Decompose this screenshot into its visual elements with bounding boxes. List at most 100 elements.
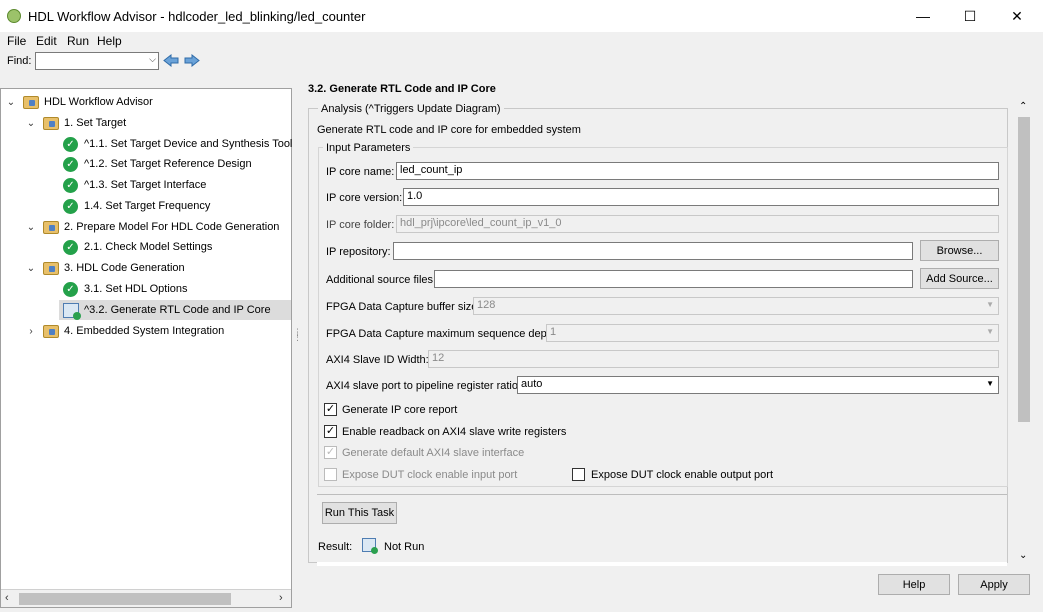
chevron-down-icon[interactable]: ⌄ [25, 222, 37, 233]
tree-item-prepare-model[interactable]: ⌄ 2. Prepare Model For HDL Code Generati… [25, 217, 279, 237]
folder-icon [23, 95, 39, 109]
title-bar: HDL Workflow Advisor - hdlcoder_led_blin… [0, 0, 1043, 32]
fpga-buffer-size-select: 128 ▼ [473, 297, 999, 315]
task-title: 3.2. Generate RTL Code and IP Core [308, 83, 496, 95]
folder-icon [43, 220, 59, 234]
menu-bar: File Edit Run Help [0, 32, 1043, 50]
scroll-up-icon[interactable]: ⌃ [1019, 101, 1027, 112]
scrollbar-thumb[interactable] [1018, 117, 1030, 422]
tree-item-1-1[interactable]: ✓ ^1.1. Set Target Device and Synthesis … [63, 134, 292, 154]
expose-dut-input-label: Expose DUT clock enable input port [342, 469, 518, 481]
not-run-icon [362, 538, 378, 554]
additional-source-files-label: Additional source files: [326, 274, 437, 286]
additional-source-files-input[interactable] [434, 270, 913, 288]
chevron-down-icon[interactable]: ⌄ [25, 263, 37, 274]
menu-run[interactable]: Run [67, 34, 89, 48]
chevron-down-icon[interactable]: ▼ [986, 379, 994, 388]
content-bottom-edge [317, 562, 1007, 566]
tree-item-3-1[interactable]: ✓ 3.1. Set HDL Options [63, 279, 188, 299]
tree-item-3-2[interactable]: ^3.2. Generate RTL Code and IP Core [59, 300, 291, 320]
folder-icon [43, 261, 59, 275]
check-icon: ✓ [63, 156, 78, 172]
task-icon [63, 302, 81, 320]
task-tree: ⌄ HDL Workflow Advisor ⌄ 1. Set Target ✓… [0, 88, 292, 608]
expose-dut-output-label: Expose DUT clock enable output port [591, 469, 774, 481]
ip-core-folder-input: hdl_prj\ipcore\led_count_ip_v1_0 [396, 215, 999, 233]
chevron-down-icon: ▼ [986, 327, 994, 336]
result-value: Not Run [384, 541, 425, 553]
find-input[interactable]: ⌵ [35, 52, 159, 70]
find-label: Find: [7, 55, 32, 67]
expose-dut-output-checkbox[interactable] [572, 468, 585, 481]
tree-item-set-target[interactable]: ⌄ 1. Set Target [25, 113, 126, 133]
input-parameters-label: Input Parameters [323, 142, 414, 154]
axi4-slave-id-width-label: AXI4 Slave ID Width: [326, 354, 429, 366]
ip-core-name-input[interactable]: led_count_ip [396, 162, 999, 180]
scrollbar-thumb[interactable] [19, 593, 231, 605]
check-icon: ✓ [63, 177, 78, 193]
check-icon: ✓ [63, 281, 78, 297]
enable-readback-label: Enable readback on AXI4 slave write regi… [342, 426, 567, 438]
fpga-buffer-size-label: FPGA Data Capture buffer size: [326, 301, 481, 313]
menu-file[interactable]: File [7, 34, 26, 48]
ip-repository-input[interactable] [393, 242, 913, 260]
analysis-label: Analysis (^Triggers Update Diagram) [318, 103, 504, 115]
back-arrow-icon[interactable] [163, 54, 179, 67]
fpga-max-seq-depth-select: 1 ▼ [546, 324, 999, 342]
run-this-task-button[interactable]: Run This Task [322, 502, 397, 524]
result-label: Result: [318, 541, 353, 553]
enable-readback-checkbox[interactable]: ✓ [324, 425, 337, 438]
help-button[interactable]: Help [878, 574, 950, 595]
forward-arrow-icon[interactable] [184, 54, 200, 67]
check-icon: ✓ [63, 136, 78, 152]
maximize-button[interactable]: ☐ [947, 0, 993, 32]
chevron-down-icon[interactable]: ⌄ [25, 118, 37, 129]
ip-repository-label: IP repository: [326, 246, 391, 258]
scroll-right-icon[interactable]: › [279, 592, 283, 604]
tree-item-2-1[interactable]: ✓ 2.1. Check Model Settings [63, 237, 212, 257]
ip-core-version-input[interactable]: 1.0 [403, 188, 999, 206]
analysis-description: Generate RTL code and IP core for embedd… [317, 124, 581, 136]
menu-edit[interactable]: Edit [36, 34, 57, 48]
tree-item-1-2[interactable]: ✓ ^1.2. Set Target Reference Design [63, 154, 252, 174]
chevron-down-icon[interactable]: ⌵ [149, 54, 156, 65]
window-title: HDL Workflow Advisor - hdlcoder_led_blin… [28, 9, 366, 24]
menu-help[interactable]: Help [97, 34, 122, 48]
scroll-left-icon[interactable]: ‹ [5, 592, 9, 604]
tree-item-hdl-code-gen[interactable]: ⌄ 3. HDL Code Generation [25, 258, 185, 278]
vertical-scrollbar[interactable]: ⌃ ⌄ [1015, 100, 1033, 566]
browse-button[interactable]: Browse... [920, 240, 999, 261]
ip-core-name-label: IP core name: [326, 166, 395, 178]
fpga-max-seq-depth-label: FPGA Data Capture maximum sequence depth… [326, 328, 559, 340]
folder-icon [43, 116, 59, 130]
check-icon: ✓ [63, 239, 78, 255]
folder-icon [43, 324, 59, 338]
find-bar: Find: ⌵ [0, 50, 1043, 72]
chevron-right-icon[interactable]: › [25, 326, 37, 337]
axi4-pipeline-ratio-select[interactable]: auto ▼ [517, 376, 999, 394]
tree-item-1-4[interactable]: ✓ 1.4. Set Target Frequency [63, 196, 210, 216]
ip-core-folder-label: IP core folder: [326, 219, 395, 231]
tree-item-embedded[interactable]: › 4. Embedded System Integration [25, 321, 224, 341]
app-icon [7, 9, 21, 23]
check-icon: ✓ [63, 198, 78, 214]
tree-item-1-3[interactable]: ✓ ^1.3. Set Target Interface [63, 175, 206, 195]
chevron-down-icon[interactable]: ⌄ [5, 97, 17, 108]
expose-dut-input-checkbox [324, 468, 337, 481]
apply-button[interactable]: Apply [958, 574, 1030, 595]
axi4-slave-id-width-input: 12 [428, 350, 999, 368]
generate-default-axi4-label: Generate default AXI4 slave interface [342, 447, 525, 459]
tree-horizontal-scrollbar[interactable]: ‹ › [1, 589, 291, 607]
scroll-down-icon[interactable]: ⌄ [1019, 550, 1027, 561]
generate-default-axi4-checkbox: ✓ [324, 446, 337, 459]
add-source-button[interactable]: Add Source... [920, 268, 999, 289]
generate-ip-report-label: Generate IP core report [342, 404, 458, 416]
close-button[interactable]: ✕ [994, 0, 1040, 32]
minimize-button[interactable]: — [900, 0, 946, 32]
tree-root[interactable]: ⌄ HDL Workflow Advisor [5, 92, 153, 112]
chevron-down-icon: ▼ [986, 300, 994, 309]
ip-core-version-label: IP core version: [326, 192, 403, 204]
generate-ip-report-checkbox[interactable]: ✓ [324, 403, 337, 416]
axi4-pipeline-ratio-label: AXI4 slave port to pipeline register rat… [326, 380, 522, 392]
separator [317, 494, 1007, 495]
